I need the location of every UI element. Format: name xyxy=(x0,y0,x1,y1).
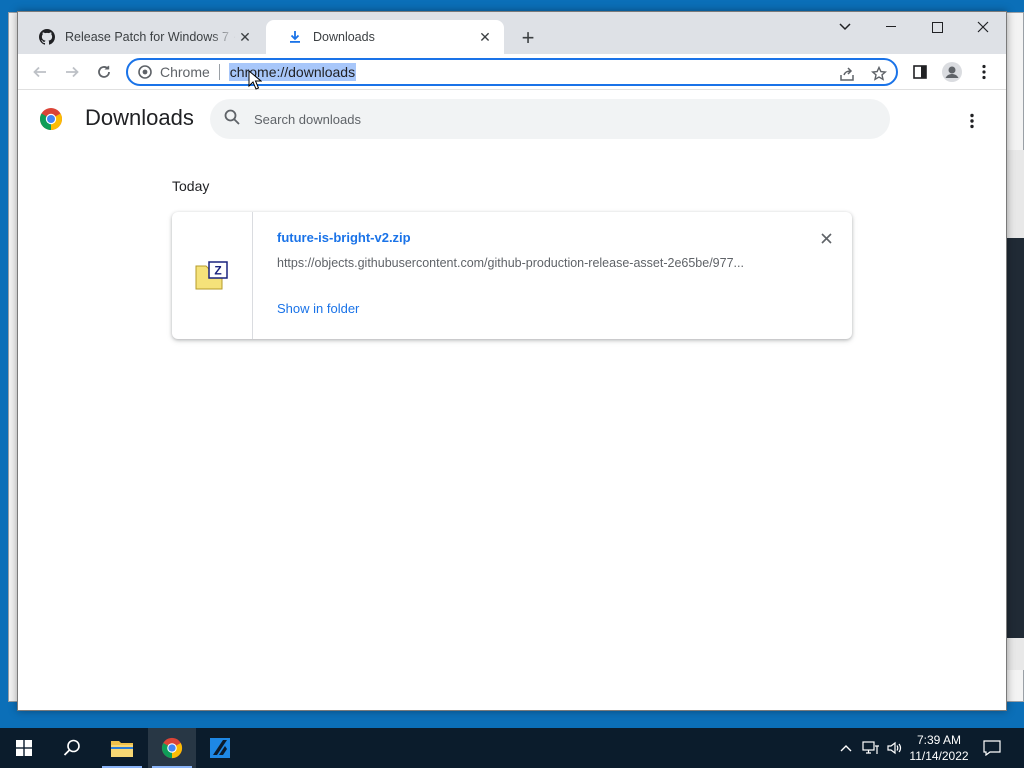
download-icon xyxy=(286,28,304,46)
windows-start-icon[interactable] xyxy=(0,728,48,768)
site-chip-label: Chrome xyxy=(160,64,220,80)
toolbar: Chrome chrome://downloads xyxy=(18,54,1006,90)
show-in-folder-link[interactable]: Show in folder xyxy=(277,301,359,316)
tab-strip: Release Patch for Windows 7 · Ro ✕ Downl… xyxy=(18,12,1006,54)
back-button[interactable] xyxy=(26,58,54,86)
profile-avatar-icon[interactable] xyxy=(941,61,963,83)
app-icon[interactable] xyxy=(196,728,244,768)
page-title: Downloads xyxy=(85,105,194,130)
downloads-header: Downloads xyxy=(18,91,1006,147)
clock-date: 11/14/2022 xyxy=(909,749,969,763)
chrome-icon[interactable] xyxy=(148,728,196,768)
notifications-icon[interactable] xyxy=(978,728,1006,768)
close-tab-icon[interactable]: ✕ xyxy=(476,28,494,46)
svg-text:Z: Z xyxy=(214,263,221,277)
tab-release-patch[interactable]: Release Patch for Windows 7 · Ro ✕ xyxy=(18,20,264,54)
search-icon[interactable] xyxy=(48,728,96,768)
tab-title: Downloads xyxy=(313,30,375,44)
chrome-page-icon xyxy=(136,63,154,81)
network-icon[interactable] xyxy=(860,728,882,768)
maximize-button[interactable] xyxy=(914,12,960,42)
chrome-menu-icon[interactable] xyxy=(973,61,995,83)
close-window-button[interactable] xyxy=(960,12,1006,42)
chrome-logo-icon xyxy=(40,108,62,130)
taskbar: 7:39 AM 11/14/2022 xyxy=(0,728,1024,768)
address-bar[interactable]: Chrome chrome://downloads xyxy=(126,58,898,86)
close-tab-icon[interactable]: ✕ xyxy=(236,28,254,46)
zip-archive-icon: Z xyxy=(195,260,228,289)
forward-button[interactable] xyxy=(58,58,86,86)
download-item: Z future-is-bright-v2.zip https://object… xyxy=(172,212,852,339)
file-icon-column: Z xyxy=(172,212,253,339)
downloads-page: Downloads Today Z future-is-bright-v2.z xyxy=(18,91,1006,710)
share-icon[interactable] xyxy=(836,63,858,85)
taskbar-clock[interactable]: 7:39 AM 11/14/2022 xyxy=(904,732,974,764)
new-tab-button[interactable]: + xyxy=(516,25,540,50)
show-hidden-icons-icon[interactable] xyxy=(838,728,854,768)
minimize-button[interactable] xyxy=(868,12,914,42)
search-icon xyxy=(224,109,240,130)
search-box[interactable] xyxy=(210,99,890,139)
volume-icon[interactable] xyxy=(884,728,904,768)
chrome-window: Release Patch for Windows 7 · Ro ✕ Downl… xyxy=(17,11,1007,711)
search-input[interactable] xyxy=(254,111,814,127)
tab-title: Release Patch for Windows 7 · Ro xyxy=(65,30,236,44)
mouse-cursor-icon xyxy=(248,70,262,90)
file-explorer-icon[interactable] xyxy=(98,728,146,768)
more-actions-icon[interactable] xyxy=(960,109,984,133)
tab-downloads[interactable]: Downloads ✕ xyxy=(266,20,504,54)
remove-download-icon[interactable] xyxy=(816,228,836,248)
clock-time: 7:39 AM xyxy=(916,733,962,747)
file-name-link[interactable]: future-is-bright-v2.zip xyxy=(277,230,411,245)
file-source-url[interactable]: https://objects.githubusercontent.com/gi… xyxy=(277,256,777,270)
tab-search-icon[interactable] xyxy=(822,12,868,42)
background-window-dark-panel xyxy=(1006,238,1024,638)
github-icon xyxy=(38,28,56,46)
reload-button[interactable] xyxy=(90,58,118,86)
date-group-label: Today xyxy=(172,178,210,194)
side-panel-icon[interactable] xyxy=(909,61,931,83)
bookmark-star-icon[interactable] xyxy=(868,63,890,85)
